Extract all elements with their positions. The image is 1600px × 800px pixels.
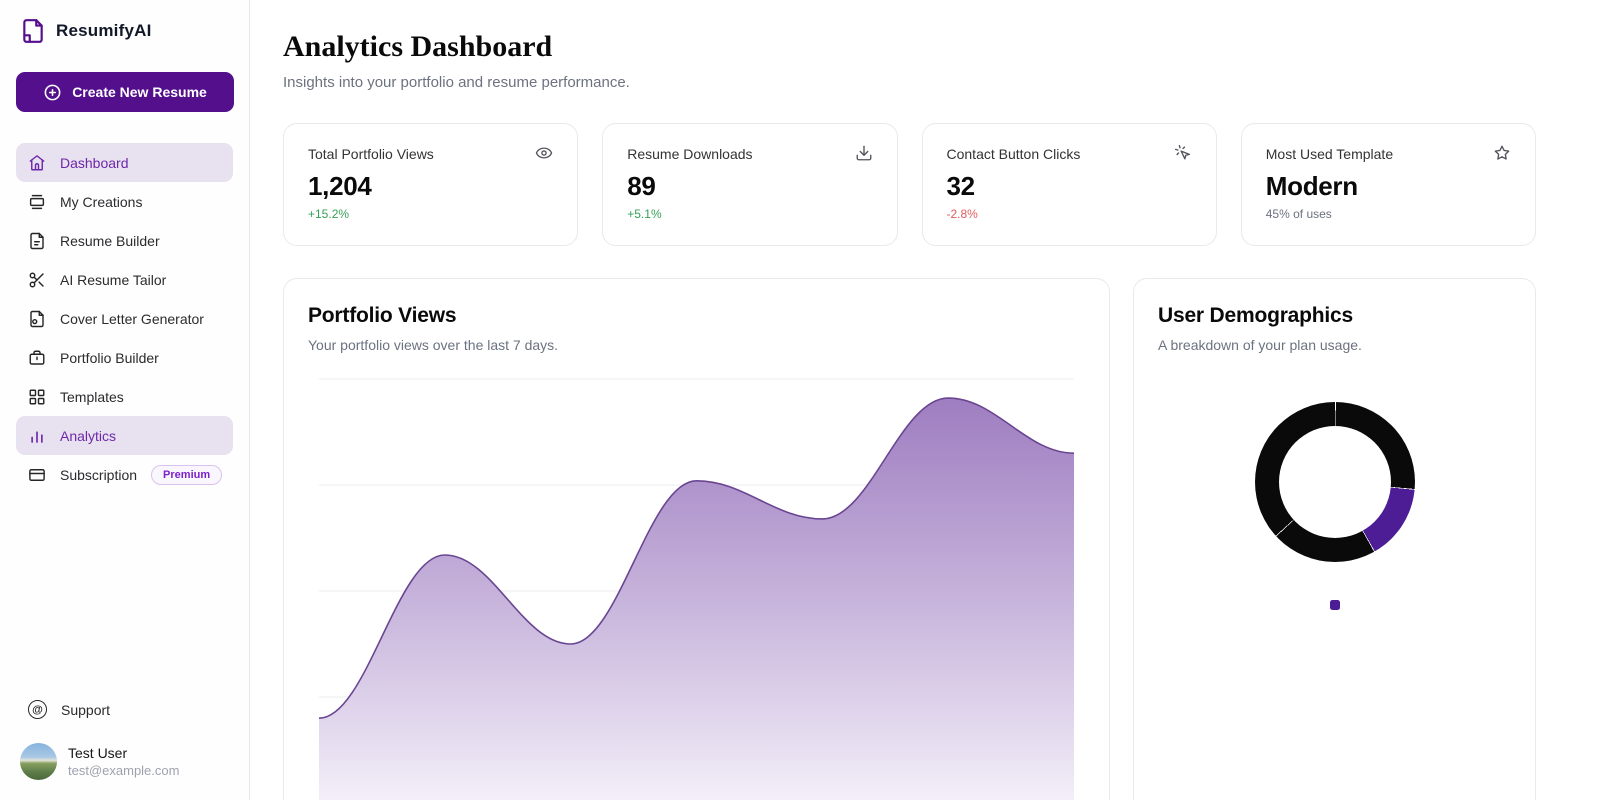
area-chart-svg: [319, 378, 1074, 800]
stat-title: Resume Downloads: [627, 146, 753, 162]
stat-title: Most Used Template: [1265, 146, 1394, 162]
stat-delta: 45% of uses: [1265, 207, 1332, 221]
sidebar-item-templates[interactable]: Templates: [16, 377, 233, 416]
sidebar-item-portfolio-builder[interactable]: Portfolio Builder: [16, 338, 233, 377]
sidebar-item-label: Cover Letter Generator: [60, 310, 204, 327]
sidebar-item-support[interactable]: @ Support: [16, 692, 233, 727]
area-fill: [319, 398, 1074, 800]
stat-value: 32: [946, 171, 976, 201]
stat-title: Total Portfolio Views: [308, 146, 434, 162]
eye-icon: [536, 147, 553, 159]
grid-icon: [29, 389, 45, 404]
sidebar-item-cover-letter-generator[interactable]: Cover Letter Generator: [16, 299, 233, 338]
page-subtitle: Insights into your portfolio and resume …: [283, 74, 630, 91]
create-new-resume-button[interactable]: Create New Resume: [16, 72, 234, 112]
mouse-pointer-click-icon: [1174, 144, 1190, 160]
sidebar-item-my-creations[interactable]: My Creations: [16, 182, 233, 221]
premium-badge: Premium: [151, 464, 223, 485]
app-name: ResumifyAI: [56, 21, 152, 40]
credit-card-icon: [29, 468, 45, 481]
sidebar-item-resume-builder[interactable]: Resume Builder: [16, 221, 233, 260]
support-label: Support: [61, 701, 111, 718]
sidebar-item-label: Dashboard: [60, 154, 129, 171]
user-demographics-subtitle: A breakdown of your plan usage.: [1158, 337, 1362, 353]
download-icon: [856, 145, 871, 161]
sidebar-item-label: Resume Builder: [60, 232, 160, 249]
stat-value: 1,204: [308, 171, 372, 201]
main-content: Analytics Dashboard Insights into your p…: [250, 0, 1600, 800]
user-demographics-card: User Demographics A breakdown of your pl…: [1133, 278, 1536, 800]
home-icon: [29, 154, 45, 170]
user-email: test@example.com: [68, 763, 180, 778]
create-button-label: Create New Resume: [72, 84, 207, 100]
sidebar-item-ai-resume-tailor[interactable]: AI Resume Tailor: [16, 260, 233, 299]
stat-card-resume-downloads: Resume Downloads 89 +5.1%: [602, 123, 898, 246]
portfolio-views-area-chart[interactable]: [319, 377, 1074, 800]
app-root: ResumifyAI Create New Resume Dashboard M…: [0, 0, 1600, 800]
sidebar-item-subscription[interactable]: Subscription Premium: [16, 455, 233, 494]
sidebar-item-label: Portfolio Builder: [60, 349, 159, 366]
sidebar-item-label: Subscription: [60, 466, 138, 483]
sidebar-item-label: AI Resume Tailor: [60, 271, 167, 288]
donut-hole: [1278, 426, 1391, 538]
circle-plus-icon: [44, 84, 61, 100]
legend-marker: [1329, 600, 1340, 610]
stat-card-contact-button-clicks: Contact Button Clicks 32 -2.8%: [921, 123, 1217, 246]
sidebar: ResumifyAI Create New Resume Dashboard M…: [0, 0, 250, 800]
user-info: Test User test@example.com: [68, 745, 179, 778]
briefcase-icon: [29, 350, 45, 365]
stat-value: 89: [627, 171, 656, 201]
sidebar-item-label: My Creations: [60, 193, 143, 210]
app-logo[interactable]: ResumifyAI: [16, 16, 233, 46]
support-at-icon: @: [28, 700, 47, 719]
user-name: Test User: [68, 745, 128, 761]
charts-row: Portfolio Views Your portfolio views ove…: [283, 278, 1536, 800]
demographics-donut-chart[interactable]: [1254, 402, 1415, 562]
page-title: Analytics Dashboard: [283, 30, 553, 63]
scissors-icon: [29, 272, 44, 287]
sidebar-item-dashboard[interactable]: Dashboard: [16, 143, 233, 182]
portfolio-views-subtitle: Your portfolio views over the last 7 day…: [308, 337, 559, 353]
file-badge-icon: [30, 310, 44, 327]
stat-card-most-used-template: Most Used Template Modern 45% of uses: [1240, 123, 1536, 246]
stat-card-total-portfolio-views: Total Portfolio Views 1,204 +15.2%: [283, 123, 579, 246]
avatar: [20, 743, 57, 780]
stack-icon: [29, 194, 45, 209]
file-text-icon: [30, 232, 44, 249]
donut-chart-area: [1158, 355, 1511, 610]
sidebar-item-label: Analytics: [60, 427, 117, 444]
stat-delta: +15.2%: [308, 207, 350, 221]
sidebar-item-label: Templates: [60, 388, 124, 405]
stat-delta: +5.1%: [627, 207, 662, 221]
sidebar-item-analytics[interactable]: Analytics: [16, 416, 233, 455]
stat-title: Contact Button Clicks: [946, 146, 1081, 162]
user-profile[interactable]: Test User test@example.com: [16, 743, 233, 780]
sidebar-nav: Dashboard My Creations Resume Builder AI…: [16, 143, 233, 494]
user-demographics-title: User Demographics: [1158, 304, 1354, 327]
stats-row: Total Portfolio Views 1,204 +15.2% Resum…: [283, 123, 1536, 246]
stat-delta: -2.8%: [946, 207, 978, 221]
stat-value: Modern: [1265, 171, 1358, 201]
bar-chart-icon: [31, 430, 43, 443]
resume-file-logo-icon: [23, 19, 43, 43]
portfolio-views-card: Portfolio Views Your portfolio views ove…: [283, 278, 1110, 800]
star-icon: [1494, 145, 1510, 160]
portfolio-views-title: Portfolio Views: [308, 304, 457, 327]
